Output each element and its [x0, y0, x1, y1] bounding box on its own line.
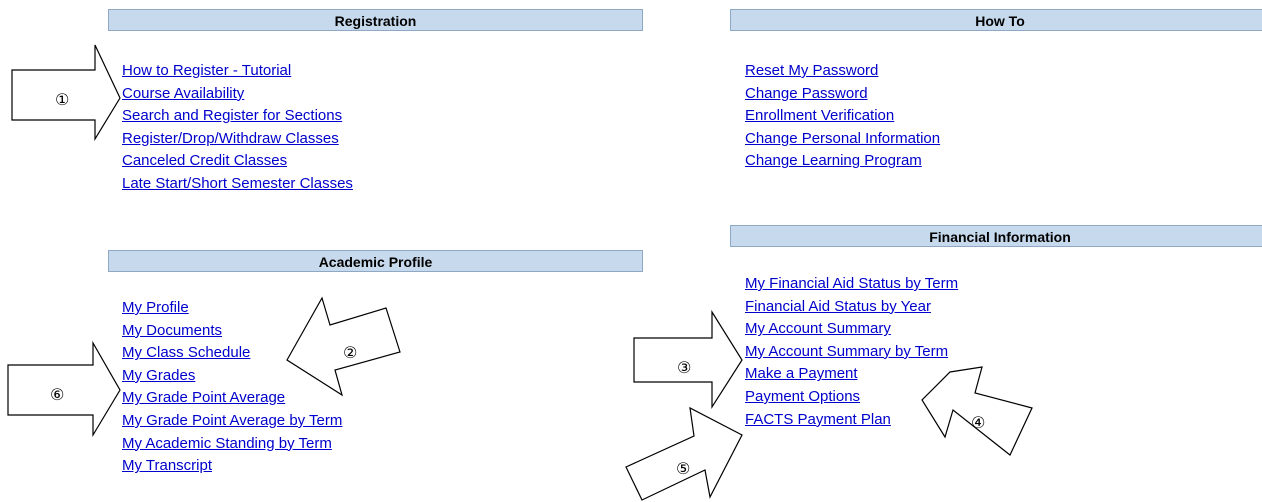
link-search-and-register[interactable]: Search and Register for Sections: [122, 107, 342, 124]
link-enrollment-verification[interactable]: Enrollment Verification: [745, 107, 894, 124]
link-my-academic-standing[interactable]: My Academic Standing by Term: [122, 435, 332, 452]
link-late-start-classes[interactable]: Late Start/Short Semester Classes: [122, 175, 353, 192]
link-make-a-payment[interactable]: Make a Payment: [745, 365, 858, 382]
how-to-header: How To: [730, 9, 1262, 31]
callout-label-4: ④: [971, 413, 986, 432]
link-change-personal-information[interactable]: Change Personal Information: [745, 130, 940, 147]
link-register-drop-withdraw[interactable]: Register/Drop/Withdraw Classes: [122, 130, 339, 147]
link-reset-my-password[interactable]: Reset My Password: [745, 62, 878, 79]
link-my-grade-point-average[interactable]: My Grade Point Average: [122, 389, 285, 406]
callout-arrow-1: [11, 44, 121, 142]
link-change-password[interactable]: Change Password: [745, 85, 868, 102]
callout-label-2: ②: [343, 343, 358, 362]
callout-arrow-5: [625, 406, 743, 501]
callout-label-6: ⑥: [50, 385, 65, 404]
link-my-account-summary-by-term[interactable]: My Account Summary by Term: [745, 343, 948, 360]
link-my-account-summary[interactable]: My Account Summary: [745, 320, 891, 337]
link-canceled-credit-classes[interactable]: Canceled Credit Classes: [122, 152, 287, 169]
link-change-learning-program[interactable]: Change Learning Program: [745, 152, 922, 169]
callout-arrow-3: [633, 309, 743, 410]
callout-label-1: ①: [55, 90, 70, 109]
financial-information-header: Financial Information: [730, 225, 1262, 247]
link-my-class-schedule[interactable]: My Class Schedule: [122, 344, 250, 361]
link-payment-options[interactable]: Payment Options: [745, 388, 860, 405]
link-my-gpa-by-term[interactable]: My Grade Point Average by Term: [122, 412, 342, 429]
link-financial-aid-status-by-term[interactable]: My Financial Aid Status by Term: [745, 275, 958, 292]
link-facts-payment-plan[interactable]: FACTS Payment Plan: [745, 411, 891, 428]
registration-header: Registration: [108, 9, 643, 31]
link-how-to-register-tutorial[interactable]: How to Register - Tutorial: [122, 62, 291, 79]
how-to-links: Reset My Password Change Password Enroll…: [745, 60, 940, 173]
link-my-transcript[interactable]: My Transcript: [122, 457, 212, 474]
link-my-profile[interactable]: My Profile: [122, 299, 189, 316]
registration-links: How to Register - Tutorial Course Availa…: [122, 60, 353, 196]
financial-information-links: My Financial Aid Status by Term Financia…: [745, 273, 958, 431]
callout-arrow-6: [7, 340, 121, 438]
link-my-grades[interactable]: My Grades: [122, 367, 195, 384]
academic-profile-header: Academic Profile: [108, 250, 643, 272]
callout-label-3: ③: [677, 358, 692, 377]
callout-label-5: ⑤: [676, 459, 691, 478]
academic-profile-links: My Profile My Documents My Class Schedul…: [122, 297, 342, 478]
link-financial-aid-status-by-year[interactable]: Financial Aid Status by Year: [745, 298, 931, 315]
link-my-documents[interactable]: My Documents: [122, 322, 222, 339]
link-course-availability[interactable]: Course Availability: [122, 85, 244, 102]
